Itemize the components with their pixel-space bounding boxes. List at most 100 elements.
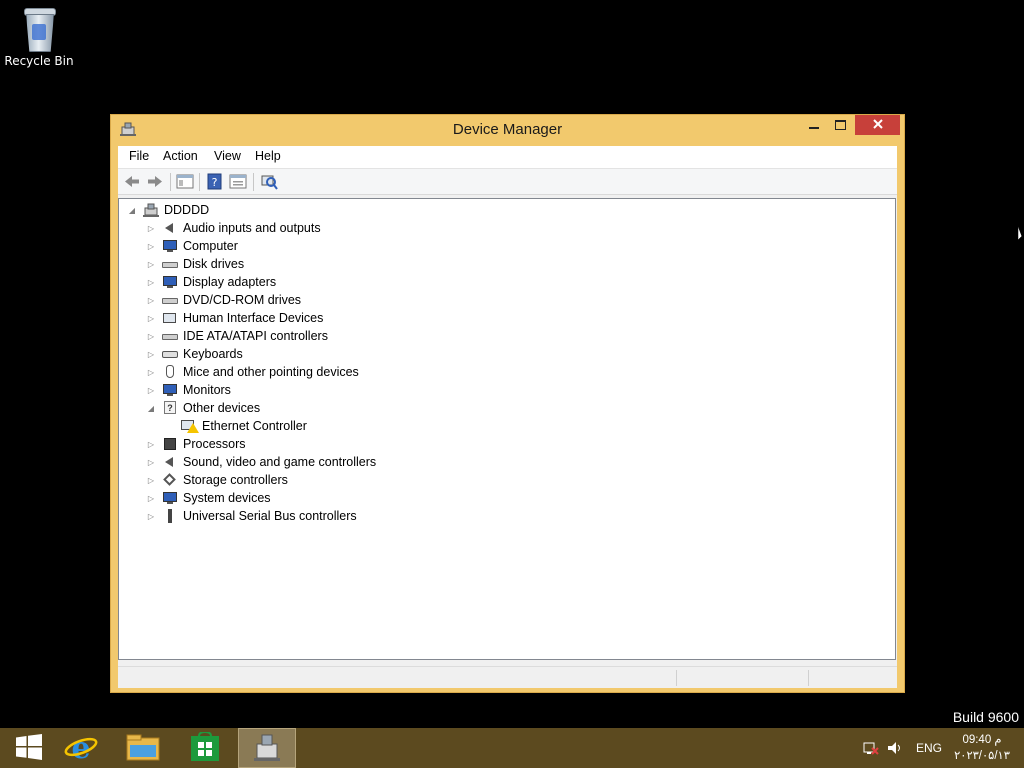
tree-item[interactable]: ▷ System devices (146, 489, 271, 507)
collapse-arrow-icon[interactable]: ◢ (146, 403, 156, 413)
tree-item[interactable]: ▷ Monitors (146, 381, 231, 399)
tree-item[interactable]: ▷ Mice and other pointing devices (146, 363, 359, 381)
tree-item[interactable]: ▷ Sound, video and game controllers (146, 453, 376, 471)
display-adapter-icon (162, 275, 178, 289)
recycle-bin[interactable]: Recycle Bin (4, 6, 74, 68)
tree-item-label: IDE ATA/ATAPI controllers (183, 329, 328, 343)
tree-item[interactable]: ▷ Audio inputs and outputs (146, 219, 321, 237)
menu-view[interactable]: View (214, 149, 241, 163)
sound-controller-icon (162, 455, 178, 469)
expand-arrow-icon[interactable]: ▷ (146, 331, 156, 341)
collapse-arrow-icon[interactable]: ◢ (127, 205, 137, 215)
expand-arrow-icon[interactable]: ▷ (146, 349, 156, 359)
tree-item-label: Audio inputs and outputs (183, 221, 321, 235)
recycle-bin-icon (22, 6, 56, 52)
expand-arrow-icon[interactable]: ▷ (146, 385, 156, 395)
clock[interactable]: 09:40 م ۲۰۲۳/۰۵/۱۳ (950, 732, 1014, 764)
speaker-icon (162, 221, 178, 235)
menu-file[interactable]: File (129, 149, 149, 163)
tree-item[interactable]: ▷ Universal Serial Bus controllers (146, 507, 357, 525)
expand-arrow-icon[interactable]: ▷ (146, 241, 156, 251)
disk-drive-icon (162, 257, 178, 271)
clock-time: 09:40 م (962, 734, 1002, 746)
minimize-button[interactable] (800, 115, 827, 135)
store-icon (190, 730, 220, 765)
tree-item[interactable]: ▷ IDE ATA/ATAPI controllers (146, 327, 328, 345)
taskbar-store[interactable] (176, 728, 234, 768)
device-tree[interactable]: ◢ DDDDD ▷ Audio inputs and outputs ▷ Com… (118, 198, 896, 660)
tree-item-label: Processors (183, 437, 246, 451)
expand-arrow-icon[interactable]: ▷ (146, 313, 156, 323)
tree-item-expanded[interactable]: ◢ ? Other devices (146, 399, 260, 417)
volume-icon[interactable] (886, 728, 904, 768)
tree-item-label: Monitors (183, 383, 231, 397)
expand-arrow-icon[interactable]: ▷ (146, 259, 156, 269)
clock-date: ۲۰۲۳/۰۵/۱۳ (954, 750, 1010, 762)
tree-item[interactable]: ▷ DVD/CD-ROM drives (146, 291, 301, 309)
expand-arrow-icon[interactable]: ▷ (146, 223, 156, 233)
svg-text:?: ? (212, 176, 218, 189)
tree-item[interactable]: ▷ Disk drives (146, 255, 244, 273)
expand-arrow-icon[interactable]: ▷ (146, 511, 156, 521)
expand-arrow-icon[interactable]: ▷ (146, 475, 156, 485)
close-button[interactable] (855, 115, 900, 135)
expand-arrow-icon[interactable]: ▷ (146, 277, 156, 287)
tree-item[interactable]: ▷ Keyboards (146, 345, 243, 363)
dvd-drive-icon (162, 293, 178, 307)
tree-child-item[interactable]: Ethernet Controller (181, 417, 307, 435)
mouse-icon (162, 365, 178, 379)
expand-arrow-icon[interactable]: ▷ (146, 295, 156, 305)
monitor-icon (162, 383, 178, 397)
tree-item-label: Sound, video and game controllers (183, 455, 377, 469)
tree-item[interactable]: ▷ Processors (146, 435, 246, 453)
language-indicator[interactable]: ENG (916, 728, 942, 768)
expand-arrow-icon[interactable]: ▷ (146, 367, 156, 377)
svg-text:e: e (71, 731, 90, 763)
scan-hardware-icon[interactable] (260, 173, 278, 190)
tree-item[interactable]: ▷ Storage controllers (146, 471, 288, 489)
back-arrow-icon[interactable] (123, 173, 141, 190)
expand-arrow-icon[interactable]: ▷ (146, 439, 156, 449)
tree-item-label: DVD/CD-ROM drives (183, 293, 302, 307)
tree-item-label: Storage controllers (183, 473, 288, 487)
taskbar-file-explorer[interactable] (114, 728, 172, 768)
network-status-icon[interactable] (862, 728, 880, 768)
taskbar-device-manager[interactable] (238, 728, 296, 768)
recycle-bin-label: Recycle Bin (4, 54, 74, 68)
help-icon[interactable]: ? (206, 173, 224, 190)
tree-root[interactable]: ◢ DDDDD (127, 201, 209, 219)
tree-item-label: Other devices (183, 401, 261, 415)
system-devices-icon (162, 491, 178, 505)
internet-explorer-icon: e (64, 731, 98, 766)
menu-help[interactable]: Help (255, 149, 281, 163)
tree-item-label: Computer (183, 239, 238, 253)
tree-item-label: Mice and other pointing devices (183, 365, 359, 379)
menu-bar: File Action View Help (118, 146, 897, 169)
tree-item-label: Keyboards (183, 347, 243, 361)
expand-arrow-icon[interactable]: ▷ (146, 493, 156, 503)
maximize-button[interactable] (827, 115, 854, 135)
ide-controller-icon (162, 329, 178, 343)
taskbar-internet-explorer[interactable]: e (52, 728, 110, 768)
tree-item[interactable]: ▷ Human Interface Devices (146, 309, 323, 327)
start-icon (16, 733, 42, 763)
tree-item[interactable]: ▷ Computer (146, 237, 238, 255)
close-icon (872, 117, 883, 133)
tree-item[interactable]: ▷ Display adapters (146, 273, 276, 291)
device-manager-icon (252, 732, 282, 765)
unknown-device-icon: ? (162, 401, 178, 415)
keyboard-icon (162, 347, 178, 361)
storage-controller-icon (162, 473, 178, 487)
mouse-cursor-icon (1017, 225, 1024, 245)
start-button[interactable] (0, 728, 58, 768)
forward-arrow-icon[interactable] (146, 173, 164, 190)
title-bar[interactable]: Device Manager (111, 115, 904, 145)
menu-action[interactable]: Action (163, 149, 198, 163)
show-hide-tree-icon[interactable] (176, 173, 194, 190)
properties-icon[interactable] (229, 173, 247, 190)
tree-item-label: System devices (183, 491, 271, 505)
expand-arrow-icon[interactable]: ▷ (146, 457, 156, 467)
root-label: DDDDD (164, 203, 210, 217)
build-watermark: Build 9600 (952, 709, 1019, 725)
tree-item-label: Display adapters (183, 275, 277, 289)
